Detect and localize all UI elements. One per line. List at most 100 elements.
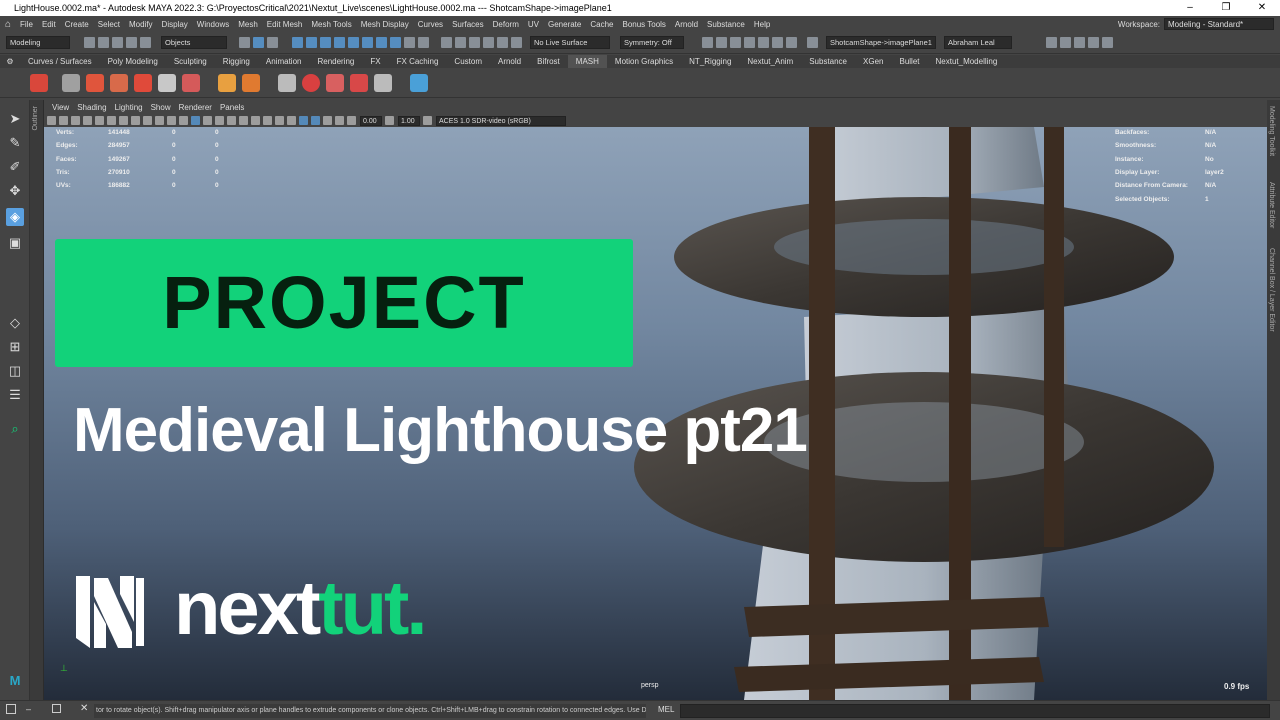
panel-menu-renderer[interactable]: Renderer (179, 103, 212, 112)
menu-arnold[interactable]: Arnold (675, 20, 698, 29)
menu-modify[interactable]: Modify (129, 20, 153, 29)
render-view-icon[interactable] (702, 37, 713, 48)
lock-selection-icon[interactable] (404, 37, 415, 48)
close-panel-icon[interactable]: ✕ (80, 703, 88, 714)
script-editor-icon[interactable] (6, 704, 16, 714)
exposure-field[interactable]: 0.00 (360, 115, 382, 126)
resolution-gate-icon[interactable] (119, 116, 128, 125)
menu-mesh-tools[interactable]: Mesh Tools (311, 20, 351, 29)
grid-icon[interactable] (95, 116, 104, 125)
menu-mesh-display[interactable]: Mesh Display (361, 20, 409, 29)
snap-curve-icon[interactable] (455, 37, 466, 48)
workspace-dropdown[interactable]: Modeling - Standard* (1164, 18, 1274, 30)
anti-aliasing-icon[interactable] (275, 116, 284, 125)
menu-windows[interactable]: Windows (197, 20, 229, 29)
menu-bonus-tools[interactable]: Bonus Tools (622, 20, 665, 29)
shelf-tab-rendering[interactable]: Rendering (309, 55, 362, 68)
snap-point-icon[interactable] (469, 37, 480, 48)
mash-explode-icon[interactable] (326, 73, 344, 92)
ipr-render-icon[interactable] (730, 37, 741, 48)
shelf-tab-animation[interactable]: Animation (258, 55, 310, 68)
shelf-menu-icon[interactable]: ⚙ (0, 57, 20, 66)
shelf-tab-substance[interactable]: Substance (801, 55, 855, 68)
mash-transform-icon[interactable] (110, 73, 128, 92)
component-mode-icon[interactable] (267, 37, 278, 48)
select-by-render-icon[interactable] (376, 37, 387, 48)
exposure-icon[interactable] (347, 116, 356, 125)
textured-icon[interactable] (215, 116, 224, 125)
live-surface-field[interactable]: No Live Surface (530, 36, 610, 49)
menu-deform[interactable]: Deform (493, 20, 519, 29)
snap-view-plane-icon[interactable] (497, 37, 508, 48)
ambient-occlusion-icon[interactable] (251, 116, 260, 125)
panel-menu-view[interactable]: View (52, 103, 69, 112)
command-language-label[interactable]: MEL (658, 705, 674, 714)
command-line-input[interactable] (680, 704, 1270, 718)
gate-mask-icon[interactable] (131, 116, 140, 125)
safe-action-icon[interactable] (155, 116, 164, 125)
hierarchy-mode-icon[interactable] (239, 37, 250, 48)
four-view-icon[interactable]: ⊞ (6, 338, 24, 356)
camera-field[interactable]: ShotcamShape->imagePlane1 (826, 36, 936, 49)
menu-help[interactable]: Help (754, 20, 770, 29)
xray-icon[interactable] (311, 116, 320, 125)
menu-edit[interactable]: Edit (42, 20, 56, 29)
select-by-joint-icon[interactable] (306, 37, 317, 48)
select-by-dynamic-icon[interactable] (362, 37, 373, 48)
scale-tool-icon[interactable]: ▣ (6, 234, 24, 252)
input-line-icon[interactable] (807, 37, 818, 48)
channel-box-icon[interactable] (1088, 37, 1099, 48)
menu-substance[interactable]: Substance (707, 20, 745, 29)
user-account-dropdown[interactable]: Abraham Leal (944, 36, 1012, 49)
shelf-tab-bullet[interactable]: Bullet (891, 55, 927, 68)
menuset-dropdown[interactable]: Modeling (6, 36, 70, 49)
panel-menu-panels[interactable]: Panels (220, 103, 244, 112)
select-by-handle-icon[interactable] (292, 37, 303, 48)
shelf-tab-mash[interactable]: MASH (567, 55, 607, 68)
maximize-icon[interactable]: ❐ (1208, 0, 1244, 16)
render-settings-icon[interactable] (744, 37, 755, 48)
xray-active-icon[interactable] (335, 116, 344, 125)
channel-box-tab[interactable]: Channel Box / Layer Editor (1268, 248, 1275, 332)
select-by-curve-icon[interactable] (320, 37, 331, 48)
panel-menu-show[interactable]: Show (151, 103, 171, 112)
close-icon[interactable]: ✕ (1244, 0, 1280, 16)
shelf-tab-poly-modeling[interactable]: Poly Modeling (100, 55, 166, 68)
mash-type-icon[interactable] (86, 73, 104, 92)
mash-flight-icon[interactable] (350, 73, 368, 92)
menu-uv[interactable]: UV (528, 20, 539, 29)
select-by-misc-icon[interactable] (390, 37, 401, 48)
single-view-icon[interactable]: ◇ (6, 314, 24, 332)
open-scene-icon[interactable] (98, 37, 109, 48)
shelf-tab-xgen[interactable]: XGen (855, 55, 891, 68)
mash-grid-icon[interactable] (158, 73, 176, 92)
menu-display[interactable]: Display (162, 20, 188, 29)
xray-joints-icon[interactable] (323, 116, 332, 125)
mash-scatter-icon[interactable] (182, 73, 200, 92)
shelf-tab-curves-surfaces[interactable]: Curves / Surfaces (20, 55, 100, 68)
field-chart-icon[interactable] (143, 116, 152, 125)
select-by-surface-icon[interactable] (334, 37, 345, 48)
shelf-tab-nextut-modelling[interactable]: Nextut_Modelling (928, 55, 1006, 68)
mash-network-icon[interactable] (30, 73, 48, 92)
arnold-render-icon[interactable] (772, 37, 783, 48)
panel-menu-lighting[interactable]: Lighting (115, 103, 143, 112)
outliner-layout-icon[interactable]: ☰ (6, 386, 24, 404)
mash-offset-icon[interactable] (134, 73, 152, 92)
mash-dynamics-icon[interactable] (278, 73, 296, 92)
wireframe-icon[interactable] (179, 116, 188, 125)
safe-title-icon[interactable] (167, 116, 176, 125)
lasso-tool-icon[interactable]: ✎ (6, 134, 24, 152)
shelf-tab-nextut-anim[interactable]: Nextut_Anim (739, 55, 801, 68)
menu-create[interactable]: Create (65, 20, 89, 29)
shelf-tab-rigging[interactable]: Rigging (215, 55, 258, 68)
object-mode-icon[interactable] (253, 37, 264, 48)
menu-file[interactable]: File (20, 20, 33, 29)
tool-settings-icon[interactable] (1074, 37, 1085, 48)
hypershade-icon[interactable] (758, 37, 769, 48)
colorspace-dropdown[interactable]: ACES 1.0 SDR-video (sRGB) (436, 115, 566, 126)
selection-mode-dropdown[interactable]: Objects (161, 36, 227, 49)
paint-select-icon[interactable]: ✐ (6, 158, 24, 176)
mash-text-icon[interactable] (218, 73, 236, 92)
shelf-tab-fx[interactable]: FX (362, 55, 388, 68)
